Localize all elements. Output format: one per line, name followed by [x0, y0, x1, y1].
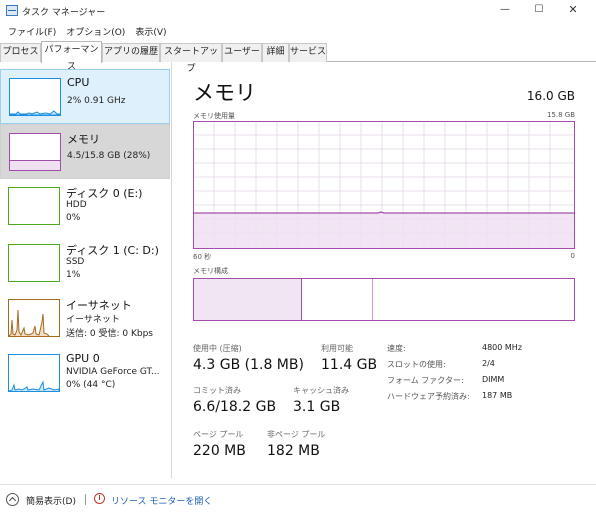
slots-key: スロットの使用:	[387, 360, 446, 369]
gpu-title: GPU 0	[66, 352, 100, 365]
disk1-title: ディスク 1 (C: D:)	[66, 244, 159, 257]
form-factor-key: フォーム ファクター:	[387, 376, 464, 385]
hardware-reserved-value: 187 MB	[482, 391, 513, 400]
nonpaged-pool-value: 182 MB	[267, 443, 320, 459]
sidebar-item-cpu[interactable]: CPU 2% 0.91 GHz	[0, 69, 170, 124]
menu-file[interactable]: ファイル(F)	[3, 25, 61, 38]
tab-processes[interactable]: プロセス	[0, 43, 41, 62]
sidebar-item-gpu[interactable]: GPU 0 NVIDIA GeForce GT... 0% (44 °C)	[0, 346, 170, 401]
window-title: タスク マネージャー	[22, 8, 106, 18]
fewer-details-button[interactable]: 簡易表示(D)	[26, 494, 76, 507]
ethernet-title: イーサネット	[66, 299, 132, 312]
disk0-thumbnail-graph	[8, 187, 60, 225]
ethernet-adapter-name: イーサネット	[66, 315, 120, 325]
ethernet-throughput: 送信: 0 受信: 0 Kbps	[66, 329, 153, 339]
sidebar-item-disk0[interactable]: ディスク 0 (E:) HDD 0%	[0, 179, 170, 234]
maximize-button[interactable]: ☐	[522, 0, 556, 22]
task-manager-icon	[6, 5, 18, 16]
paged-pool-label: ページ プール	[193, 430, 244, 439]
nonpaged-pool-label: 非ページ プール	[267, 430, 326, 439]
disk1-usage: 1%	[66, 270, 81, 280]
memory-usage-graph	[193, 121, 575, 249]
tab-app-history[interactable]: アプリの履歴	[102, 43, 160, 62]
memory-usage-graph-max: 15.8 GB	[546, 111, 575, 119]
disk1-type: SSD	[66, 257, 85, 267]
speed-key: 速度:	[387, 344, 406, 353]
composition-in-use-segment	[194, 279, 302, 320]
memory-panel: メモリ 16.0 GB メモリ使用量 15.8 GB 60 秒 0 メモリ構成 …	[193, 62, 585, 478]
menu-options[interactable]: オプション(O)	[61, 25, 130, 38]
gpu-thumbnail-graph	[8, 354, 60, 392]
tab-performance[interactable]: パフォーマンス	[41, 41, 102, 72]
cpu-usage-text: 2% 0.91 GHz	[67, 96, 126, 106]
ethernet-thumbnail-graph	[8, 299, 60, 337]
sidebar-item-memory[interactable]: メモリ 4.5/15.8 GB (28%)	[0, 124, 170, 179]
menu-view[interactable]: 表示(V)	[130, 25, 171, 38]
memory-composition-bar	[193, 278, 575, 321]
performance-sidebar: CPU 2% 0.91 GHz メモリ 4.5/15.8 GB (28%) ディ…	[0, 62, 172, 478]
cpu-thumbnail-graph	[9, 78, 61, 116]
minimize-button[interactable]: —	[488, 0, 522, 22]
title-bar: タスク マネージャー — ☐ ✕	[0, 0, 596, 22]
speed-value: 4800 MHz	[482, 343, 523, 352]
tab-details[interactable]: 詳細	[262, 43, 289, 62]
cached-label: キャッシュ済み	[293, 386, 349, 395]
sidebar-item-ethernet[interactable]: イーサネット イーサネット 送信: 0 受信: 0 Kbps	[0, 291, 170, 346]
cached-value: 3.1 GB	[293, 399, 341, 415]
graph-time-start: 60 秒	[193, 253, 212, 261]
page-title: メモリ	[193, 81, 256, 105]
available-value: 11.4 GB	[321, 357, 378, 373]
form-factor-value: DIMM	[482, 375, 505, 384]
menu-bar: ファイル(F) オプション(O) 表示(V)	[0, 22, 596, 40]
committed-label: コミット済み	[193, 386, 241, 395]
in-use-label: 使用中 (圧縮)	[193, 344, 242, 353]
memory-usage-text: 4.5/15.8 GB (28%)	[67, 151, 151, 161]
chevron-up-icon[interactable]	[6, 493, 19, 506]
committed-value: 6.6/18.2 GB	[193, 399, 277, 415]
memory-thumbnail-graph	[9, 133, 61, 171]
tab-users[interactable]: ユーザー	[222, 43, 262, 62]
slots-value: 2/4	[482, 359, 495, 368]
sidebar-item-disk1[interactable]: ディスク 1 (C: D:) SSD 1%	[0, 236, 170, 291]
tab-startup[interactable]: スタートアップ	[160, 43, 222, 74]
composition-modified-segment	[302, 279, 373, 320]
footer-divider	[85, 494, 86, 505]
tab-bar: プロセス パフォーマンス アプリの履歴 スタートアップ ユーザー 詳細 サービス	[0, 41, 596, 74]
available-label: 利用可能	[321, 344, 353, 353]
tab-services[interactable]: サービス	[289, 43, 327, 62]
paged-pool-value: 220 MB	[193, 443, 246, 459]
memory-title: メモリ	[67, 133, 100, 146]
disk0-type: HDD	[66, 200, 87, 210]
in-use-value: 4.3 GB (1.8 MB)	[193, 357, 304, 373]
close-button[interactable]: ✕	[556, 0, 590, 22]
graph-time-end: 0	[570, 252, 575, 260]
open-resource-monitor-link[interactable]: リソース モニターを開く	[111, 494, 212, 507]
disk1-thumbnail-graph	[8, 244, 60, 282]
memory-composition-label: メモリ構成	[193, 267, 228, 275]
resource-monitor-icon[interactable]	[94, 493, 105, 504]
footer-bar: 簡易表示(D) リソース モニターを開く	[0, 484, 596, 521]
memory-total: 16.0 GB	[526, 89, 575, 103]
disk0-title: ディスク 0 (E:)	[66, 187, 143, 200]
memory-usage-graph-label: メモリ使用量	[193, 112, 235, 120]
hardware-reserved-key: ハードウェア予約済み:	[387, 392, 470, 401]
gpu-usage: 0% (44 °C)	[66, 380, 116, 390]
cpu-title: CPU	[67, 76, 90, 89]
gpu-model: NVIDIA GeForce GT...	[66, 367, 160, 377]
disk0-usage: 0%	[66, 213, 81, 223]
